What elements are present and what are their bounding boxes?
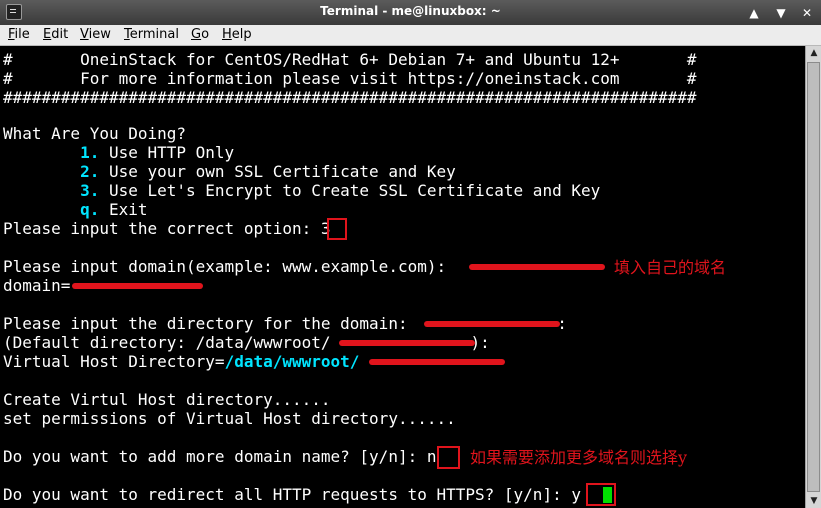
more-domain-highlight — [437, 446, 460, 469]
scroll-down-icon[interactable]: ▼ — [807, 494, 821, 508]
maximize-icon[interactable]: ▼ — [773, 5, 789, 21]
menu-terminal[interactable]: Terminal — [124, 27, 179, 42]
minimize-icon[interactable]: ▲ — [746, 5, 762, 21]
menu-edit[interactable]: Edit — [43, 27, 68, 42]
terminal-output[interactable]: # OneinStack for CentOS/RedHat 6+ Debian… — [0, 46, 805, 508]
option-prompt: Please input the correct option: 3 — [3, 219, 331, 238]
menu-file[interactable]: File — [8, 27, 30, 42]
window-title: Terminal - me@linuxbox: ~ — [320, 4, 501, 18]
terminal-scrollbar[interactable]: ▲ ▼ — [805, 46, 821, 508]
vhost-directory: Virtual Host Directory=/data/wwwroot/ — [3, 352, 360, 371]
https-answer-highlight — [586, 483, 616, 506]
directory-redaction — [424, 321, 560, 327]
scroll-up-icon[interactable]: ▲ — [807, 46, 821, 60]
permissions-line: set permissions of Virtual Host director… — [3, 409, 456, 428]
vhost-redaction — [369, 359, 505, 365]
menu-view[interactable]: View — [80, 27, 111, 42]
domain-echo: domain= — [3, 276, 71, 295]
banner-line-1: # OneinStack for CentOS/RedHat 6+ Debian… — [3, 50, 697, 69]
menu-help[interactable]: Help — [222, 27, 252, 42]
more-domain-prompt: Do you want to add more domain name? [y/… — [3, 447, 437, 466]
domain-echo-redaction — [72, 283, 203, 289]
domain-annotation: 填入自己的域名 — [614, 258, 727, 277]
default-directory-redaction — [339, 340, 475, 346]
more-domain-annotation: 如果需要添加更多域名则选择y — [470, 448, 688, 467]
https-answer: y — [571, 485, 581, 504]
create-line: Create Virtul Host directory...... — [3, 390, 331, 409]
more-domain-answer: n — [426, 447, 437, 466]
banner-line-2: # For more information please visit http… — [3, 69, 697, 88]
banner-line-3: ########################################… — [3, 88, 697, 107]
option-1: 1. Use HTTP Only — [80, 143, 235, 162]
terminal-window: Terminal - me@linuxbox: ~ ▲ ▼ ✕ File Edi… — [0, 0, 821, 508]
close-icon[interactable]: ✕ — [799, 5, 815, 21]
domain-redaction — [469, 264, 605, 270]
https-prompt: Do you want to redirect all HTTP request… — [3, 485, 581, 504]
option-answer-highlight — [327, 218, 347, 240]
scrollbar-thumb[interactable] — [807, 62, 820, 492]
option-q: q. Exit — [80, 200, 148, 219]
option-2: 2. Use your own SSL Certificate and Key — [80, 162, 456, 181]
domain-prompt: Please input domain(example: www.example… — [3, 257, 456, 276]
menu-heading: What Are You Doing? — [3, 124, 187, 143]
option-3: 3. Use Let's Encrypt to Create SSL Certi… — [80, 181, 601, 200]
menu-bar: File Edit View Terminal Go Help — [0, 25, 821, 46]
title-bar[interactable]: Terminal - me@linuxbox: ~ ▲ ▼ ✕ — [0, 0, 821, 25]
menu-go[interactable]: Go — [191, 27, 209, 42]
